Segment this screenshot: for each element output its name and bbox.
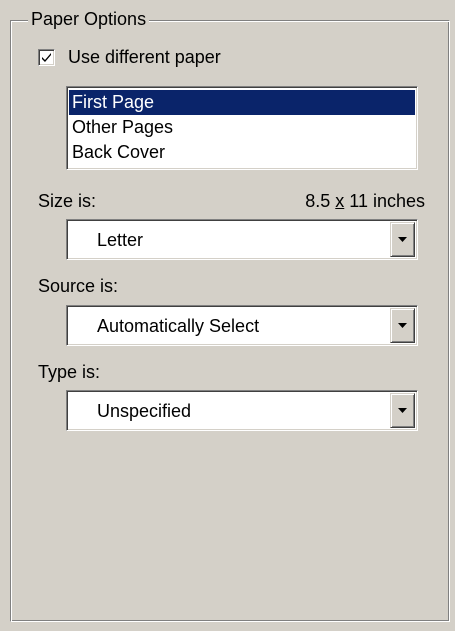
source-dropdown-value: Automatically Select xyxy=(97,316,260,336)
size-dropdown[interactable]: Letter xyxy=(66,219,418,260)
pages-listbox[interactable]: First Page Other Pages Back Cover xyxy=(66,86,418,170)
chevron-down-icon xyxy=(398,408,407,413)
use-different-paper-row[interactable]: Use different paper xyxy=(38,44,221,70)
chevron-down-icon xyxy=(398,323,407,328)
source-label: Source is: xyxy=(38,276,119,296)
chevron-down-icon xyxy=(398,237,407,242)
type-dropdown-button[interactable] xyxy=(390,393,415,428)
size-dimensions: 8.5 x 11 inches xyxy=(305,190,425,212)
type-dropdown-value: Unspecified xyxy=(97,401,192,421)
size-dropdown-value: Letter xyxy=(97,230,144,250)
checkmark-icon xyxy=(42,52,51,62)
size-dropdown-button[interactable] xyxy=(390,222,415,257)
source-dropdown-button[interactable] xyxy=(390,308,415,343)
use-different-paper-checkbox[interactable] xyxy=(38,48,55,66)
type-dropdown[interactable]: Unspecified xyxy=(66,390,418,431)
size-x: x xyxy=(335,191,345,211)
list-item-first-page[interactable]: First Page xyxy=(69,90,415,115)
size-height: 11 inches xyxy=(349,191,425,211)
size-width: 8.5 xyxy=(305,191,331,211)
list-item-back-cover[interactable]: Back Cover xyxy=(69,140,415,165)
source-dropdown[interactable]: Automatically Select xyxy=(66,305,418,346)
size-label: Size is: xyxy=(38,191,97,211)
list-item-other-pages[interactable]: Other Pages xyxy=(69,115,415,140)
group-title: Paper Options xyxy=(28,8,150,30)
type-label: Type is: xyxy=(38,362,101,382)
use-different-paper-label[interactable]: Use different paper xyxy=(68,47,221,68)
